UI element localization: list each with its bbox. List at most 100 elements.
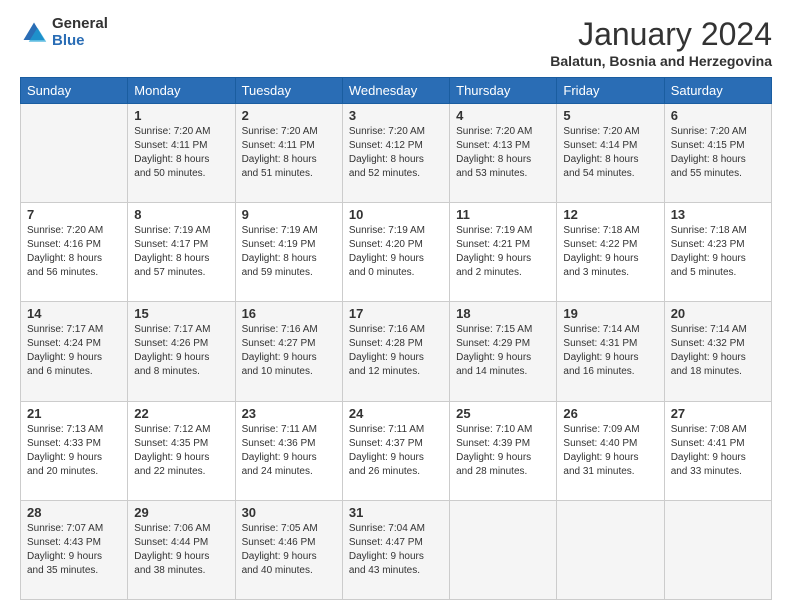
day-info: Sunrise: 7:20 AMSunset: 4:12 PMDaylight:… [349,125,443,181]
day-info: Sunrise: 7:12 AMSunset: 4:35 PMDaylight:… [134,423,228,479]
col-monday: Monday [128,78,235,104]
calendar-cell: 29Sunrise: 7:06 AMSunset: 4:44 PMDayligh… [128,500,235,599]
calendar-cell: 12 Sunrise: 7:18 AMSunset: 4:22 PMDayligh… [557,203,664,302]
col-sunday: Sunday [21,78,128,104]
calendar-table: Sunday Monday Tuesday Wednesday Thursday… [20,77,772,600]
day-number: 21 [27,406,121,421]
calendar-cell: 25 Sunrise: 7:10 AMSunset: 4:39 PMDayligh… [450,401,557,500]
calendar-cell: 10 Sunrise: 7:19 AMSunset: 4:20 PMDayligh… [342,203,449,302]
calendar-cell [21,104,128,203]
day-info: Sunrise: 7:13 AMSunset: 4:33 PMDaylight:… [27,423,121,479]
calendar-cell: 2 Sunrise: 7:20 AMSunset: 4:11 PMDaylight… [235,104,342,203]
calendar-cell: 21 Sunrise: 7:13 AMSunset: 4:33 PMDayligh… [21,401,128,500]
day-info: Sunrise: 7:08 AMSunset: 4:41 PMDaylight:… [671,423,765,479]
day-info: Sunrise: 7:19 AMSunset: 4:20 PMDaylight:… [349,224,443,280]
location-title: Balatun, Bosnia and Herzegovina [550,53,772,69]
day-number: 4 [456,108,550,123]
day-number: 24 [349,406,443,421]
calendar-cell: 4Sunrise: 7:20 AMSunset: 4:13 PMDaylight… [450,104,557,203]
calendar-week-5: 28 Sunrise: 7:07 AMSunset: 4:43 PMDayligh… [21,500,772,599]
day-info: Sunrise: 7:09 AMSunset: 4:40 PMDaylight:… [563,423,657,479]
calendar-cell: 14Sunrise: 7:17 AMSunset: 4:24 PMDayligh… [21,302,128,401]
calendar-week-1: 1 Sunrise: 7:20 AMSunset: 4:11 PMDaylight… [21,104,772,203]
calendar-cell: 24 Sunrise: 7:11 AMSunset: 4:37 PMDayligh… [342,401,449,500]
day-number: 12 [563,207,657,222]
day-info: Sunrise: 7:20 AMSunset: 4:11 PMDaylight:… [134,125,228,181]
calendar-cell: 22 Sunrise: 7:12 AMSunset: 4:35 PMDayligh… [128,401,235,500]
calendar-cell: 18 Sunrise: 7:15 AMSunset: 4:29 PMDayligh… [450,302,557,401]
day-number: 16 [242,306,336,321]
day-info: Sunrise: 7:16 AMSunset: 4:27 PMDaylight:… [242,323,336,379]
day-number: 28 [27,505,121,520]
col-thursday: Thursday [450,78,557,104]
col-saturday: Saturday [664,78,771,104]
calendar-cell: 13 Sunrise: 7:18 AMSunset: 4:23 PMDayligh… [664,203,771,302]
day-info: Sunrise: 7:19 AMSunset: 4:19 PMDaylight:… [242,224,336,280]
day-number: 3 [349,108,443,123]
day-number: 22 [134,406,228,421]
logo-text: General Blue [52,16,108,49]
day-number: 18 [456,306,550,321]
day-info: Sunrise: 7:16 AMSunset: 4:28 PMDaylight:… [349,323,443,379]
day-info: Sunrise: 7:20 AMSunset: 4:16 PMDaylight:… [27,224,121,280]
day-number: 30 [242,505,336,520]
calendar-cell [557,500,664,599]
day-info: Sunrise: 7:11 AMSunset: 4:37 PMDaylight:… [349,423,443,479]
day-info: Sunrise: 7:20 AMSunset: 4:15 PMDaylight:… [671,125,765,181]
day-info: Sunrise: 7:14 AMSunset: 4:32 PMDaylight:… [671,323,765,379]
day-info: Sunrise: 7:05 AMSunset: 4:46 PMDaylight:… [242,522,336,578]
day-info: Sunrise: 7:20 AMSunset: 4:14 PMDaylight:… [563,125,657,181]
day-info: Sunrise: 7:10 AMSunset: 4:39 PMDaylight:… [456,423,550,479]
calendar-cell: 27 Sunrise: 7:08 AMSunset: 4:41 PMDayligh… [664,401,771,500]
day-number: 11 [456,207,550,222]
day-info: Sunrise: 7:20 AMSunset: 4:11 PMDaylight:… [242,125,336,181]
day-info: Sunrise: 7:06 AMSunset: 4:44 PMDaylight:… [134,522,228,578]
day-number: 25 [456,406,550,421]
calendar-cell: 26 Sunrise: 7:09 AMSunset: 4:40 PMDayligh… [557,401,664,500]
day-number: 7 [27,207,121,222]
day-info: Sunrise: 7:19 AMSunset: 4:17 PMDaylight:… [134,224,228,280]
logo-blue: Blue [52,33,108,50]
title-section: January 2024 Balatun, Bosnia and Herzego… [550,16,772,69]
calendar-cell: 5 Sunrise: 7:20 AMSunset: 4:14 PMDaylight… [557,104,664,203]
calendar-cell: 15 Sunrise: 7:17 AMSunset: 4:26 PMDayligh… [128,302,235,401]
day-info: Sunrise: 7:17 AMSunset: 4:26 PMDaylight:… [134,323,228,379]
day-number: 5 [563,108,657,123]
calendar-cell: 31Sunrise: 7:04 AMSunset: 4:47 PMDayligh… [342,500,449,599]
day-number: 1 [134,108,228,123]
day-info: Sunrise: 7:18 AMSunset: 4:23 PMDaylight:… [671,224,765,280]
day-info: Sunrise: 7:04 AMSunset: 4:47 PMDaylight:… [349,522,443,578]
logo: General Blue [20,16,108,49]
calendar-cell: 16 Sunrise: 7:16 AMSunset: 4:27 PMDayligh… [235,302,342,401]
day-number: 10 [349,207,443,222]
header: General Blue January 2024 Balatun, Bosni… [20,16,772,69]
day-number: 20 [671,306,765,321]
calendar-cell: 20 Sunrise: 7:14 AMSunset: 4:32 PMDayligh… [664,302,771,401]
day-number: 17 [349,306,443,321]
day-number: 19 [563,306,657,321]
logo-general: General [52,16,108,33]
calendar-cell: 30 Sunrise: 7:05 AMSunset: 4:46 PMDayligh… [235,500,342,599]
calendar-cell: 28 Sunrise: 7:07 AMSunset: 4:43 PMDayligh… [21,500,128,599]
day-number: 2 [242,108,336,123]
day-info: Sunrise: 7:11 AMSunset: 4:36 PMDaylight:… [242,423,336,479]
calendar-cell [664,500,771,599]
calendar-header-row: Sunday Monday Tuesday Wednesday Thursday… [21,78,772,104]
month-title: January 2024 [550,16,772,53]
day-info: Sunrise: 7:18 AMSunset: 4:22 PMDaylight:… [563,224,657,280]
day-number: 26 [563,406,657,421]
day-info: Sunrise: 7:15 AMSunset: 4:29 PMDaylight:… [456,323,550,379]
day-number: 13 [671,207,765,222]
page: General Blue January 2024 Balatun, Bosni… [0,0,792,612]
calendar-cell: 17 Sunrise: 7:16 AMSunset: 4:28 PMDayligh… [342,302,449,401]
day-number: 14 [27,306,121,321]
day-number: 15 [134,306,228,321]
calendar-cell: 23Sunrise: 7:11 AMSunset: 4:36 PMDayligh… [235,401,342,500]
calendar-week-4: 21 Sunrise: 7:13 AMSunset: 4:33 PMDayligh… [21,401,772,500]
calendar-cell: 19 Sunrise: 7:14 AMSunset: 4:31 PMDayligh… [557,302,664,401]
calendar-cell [450,500,557,599]
day-info: Sunrise: 7:14 AMSunset: 4:31 PMDaylight:… [563,323,657,379]
day-number: 27 [671,406,765,421]
day-info: Sunrise: 7:07 AMSunset: 4:43 PMDaylight:… [27,522,121,578]
calendar-week-3: 14Sunrise: 7:17 AMSunset: 4:24 PMDayligh… [21,302,772,401]
